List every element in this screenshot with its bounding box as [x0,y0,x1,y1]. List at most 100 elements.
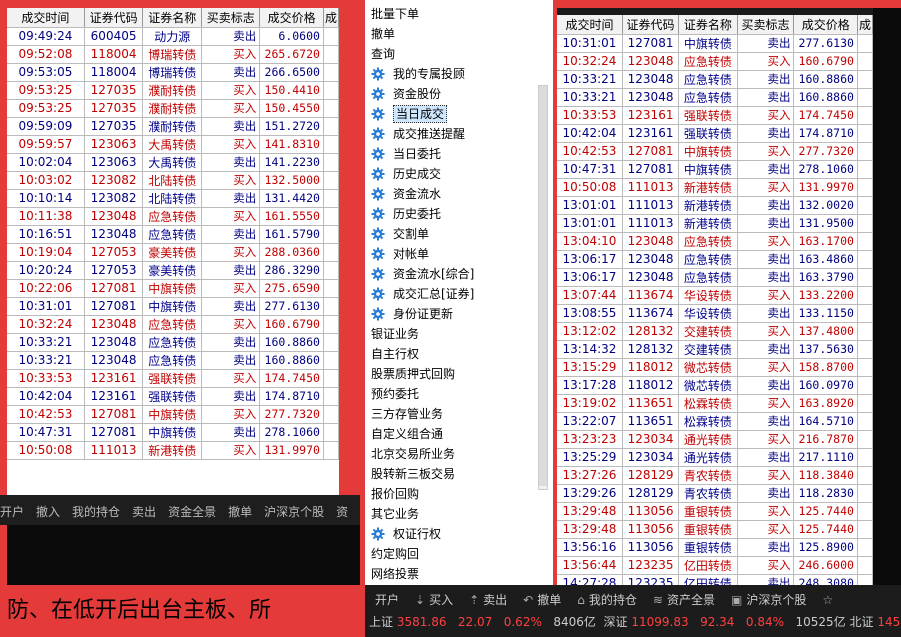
table-row[interactable]: 13:17:28 118012 微芯转债 卖出 160.0970 [557,376,873,395]
menu-item[interactable]: 历史委托 [365,204,553,224]
left-toolbar-item[interactable]: 我的持仓 [72,495,120,520]
table-row[interactable]: 13:29:26 128129 青农转债 卖出 118.2830 [557,484,873,503]
menu-item[interactable]: 当日委托 [365,144,553,164]
left-toolbar-item[interactable]: 卖出 [132,495,156,520]
table-row[interactable]: 10:19:04 127053 豪美转债 买入 288.0360 [7,243,339,262]
menu-item[interactable]: 报价回购 [365,484,553,504]
menu-item[interactable]: 北京交易所业务 [365,444,553,464]
left-toolbar-item[interactable]: 撤单 [228,495,252,520]
bottom-toolbar-button[interactable]: ⇡ 卖出 [469,591,507,608]
menu-item[interactable]: 我的专属投顾 [365,64,553,84]
table-row[interactable]: 10:42:04 123161 强联转债 卖出 174.8710 [557,124,873,143]
bottom-toolbar-button[interactable]: ⇣ 买入 [415,591,453,608]
menu-item[interactable]: 当日成交 [365,104,553,124]
column-header[interactable]: 成 [323,8,339,28]
menu-item[interactable]: 股票质押式回购 [365,364,553,384]
table-row[interactable]: 10:32:24 123048 应急转债 买入 160.6790 [557,52,873,71]
table-row[interactable]: 13:08:55 113674 华设转债 卖出 133.1150 [557,304,873,323]
table-row[interactable]: 09:59:57 123063 大禹转债 买入 141.8310 [7,135,339,154]
menu-item[interactable]: 三方存管业务 [365,404,553,424]
table-row[interactable]: 10:31:01 127081 中旗转债 卖出 277.6130 [557,34,873,53]
bottom-toolbar-button[interactable]: ⌂ 我的持仓 [577,591,637,608]
column-header[interactable]: 买卖标志 [737,15,795,35]
menu-item[interactable]: 对帐单 [365,244,553,264]
table-row[interactable]: 09:53:05 118004 博瑞转债 卖出 266.6500 [7,63,339,82]
table-row[interactable]: 13:04:10 123048 应急转债 买入 163.1700 [557,232,873,251]
table-row[interactable]: 10:33:53 123161 强联转债 买入 174.7450 [7,369,339,388]
table-row[interactable]: 13:23:23 123034 通光转债 买入 216.7870 [557,430,873,449]
table-row[interactable]: 13:06:17 123048 应急转债 卖出 163.3790 [557,268,873,287]
table-row[interactable]: 13:56:44 123235 亿田转债 买入 246.6000 [557,556,873,575]
table-row[interactable]: 13:14:32 128132 交建转债 卖出 137.5630 [557,340,873,359]
table-row[interactable]: 10:42:04 123161 强联转债 卖出 174.8710 [7,387,339,406]
table-row[interactable]: 10:50:08 111013 新港转债 买入 131.9970 [7,441,339,460]
menu-item[interactable]: 股转新三板交易 [365,464,553,484]
left-toolbar-item[interactable]: 资金全景 [168,495,216,520]
left-toolbar-item[interactable]: 资 [336,495,348,520]
table-row[interactable]: 10:22:06 127081 中旗转债 买入 275.6590 [7,279,339,298]
table-row[interactable]: 13:29:48 113056 重银转债 买入 125.7440 [557,520,873,539]
column-header[interactable]: 成交时间 [7,8,85,28]
table-row[interactable]: 13:19:02 113651 松霖转债 买入 163.8920 [557,394,873,413]
menu-item[interactable]: 其它业务 [365,504,553,524]
menu-item[interactable]: 交割单 [365,224,553,244]
menu-item[interactable]: 查询 [365,44,553,64]
menu-item[interactable]: 资金流水[综合] [365,264,553,284]
menu-item[interactable]: 银证业务 [365,324,553,344]
menu-item[interactable]: 权证行权 [365,524,553,544]
menu-item[interactable]: 成交汇总[证券] [365,284,553,304]
bottom-toolbar-button[interactable]: ▣ 沪深京个股 [731,591,806,608]
table-row[interactable]: 10:02:04 123063 大禹转债 卖出 141.2230 [7,153,339,172]
table-row[interactable]: 13:12:02 128132 交建转债 买入 137.4800 [557,322,873,341]
menu-scrollbar-thumb[interactable] [539,86,547,486]
column-header[interactable]: 证券名称 [678,15,738,35]
column-header[interactable]: 证券代码 [84,8,144,28]
table-row[interactable]: 10:33:21 123048 应急转债 卖出 160.8860 [7,351,339,370]
menu-item[interactable]: 自主行权 [365,344,553,364]
table-row[interactable]: 10:16:51 123048 应急转债 卖出 161.5790 [7,225,339,244]
bottom-toolbar-button[interactable]: ≋ 资产全景 [653,591,715,608]
table-row[interactable]: 13:56:16 113056 重银转债 卖出 125.8900 [557,538,873,557]
table-row[interactable]: 10:33:21 123048 应急转债 卖出 160.8860 [7,333,339,352]
table-row[interactable]: 10:31:01 127081 中旗转债 卖出 277.6130 [7,297,339,316]
table-row[interactable]: 10:03:02 123082 北陆转债 买入 132.5000 [7,171,339,190]
table-row[interactable]: 10:33:21 123048 应急转债 卖出 160.8860 [557,88,873,107]
table-row[interactable]: 10:10:14 123082 北陆转债 卖出 131.4420 [7,189,339,208]
bottom-toolbar-button[interactable]: 开户 [371,591,399,608]
menu-item[interactable]: 网络投票 [365,564,553,584]
table-row[interactable]: 13:27:26 128129 青农转债 买入 118.3840 [557,466,873,485]
menu-item[interactable]: 批量下单 [365,4,553,24]
menu-item[interactable]: 资金股份 [365,84,553,104]
column-header[interactable]: 成 [857,15,873,35]
table-row[interactable]: 13:01:01 111013 新港转债 卖出 132.0020 [557,196,873,215]
table-row[interactable]: 10:11:38 123048 应急转债 买入 161.5550 [7,207,339,226]
table-row[interactable]: 10:42:53 127081 中旗转债 买入 277.7320 [557,142,873,161]
menu-item[interactable]: 历史成交 [365,164,553,184]
left-toolbar-item[interactable]: 沪深京个股 [264,495,324,520]
menu-item[interactable]: 身份证更新 [365,304,553,324]
table-row[interactable]: 10:20:24 127053 豪美转债 卖出 286.3290 [7,261,339,280]
table-row[interactable]: 10:33:53 123161 强联转债 买入 174.7450 [557,106,873,125]
table-row[interactable]: 09:53:25 127035 濮耐转债 买入 150.4550 [7,99,339,118]
column-header[interactable]: 证券名称 [142,8,203,28]
menu-item[interactable]: 自定义组合通 [365,424,553,444]
menu-item[interactable]: 资金流水 [365,184,553,204]
table-row[interactable]: 13:29:48 113056 重银转债 买入 125.7440 [557,502,873,521]
table-row[interactable]: 10:47:31 127081 中旗转债 卖出 278.1060 [557,160,873,179]
menu-item[interactable]: 成交推送提醒 [365,124,553,144]
menu-item[interactable]: 撤单 [365,24,553,44]
table-row[interactable]: 10:50:08 111013 新港转债 买入 131.9970 [557,178,873,197]
column-header[interactable]: 成交价格 [793,15,858,35]
table-row[interactable]: 09:53:25 127035 濮耐转债 买入 150.4410 [7,81,339,100]
column-header[interactable]: 成交时间 [557,15,623,35]
table-row[interactable]: 10:42:53 127081 中旗转债 买入 277.7320 [7,405,339,424]
left-toolbar-item[interactable]: 开户 [0,495,24,520]
table-row[interactable]: 10:47:31 127081 中旗转债 卖出 278.1060 [7,423,339,442]
table-row[interactable]: 13:07:44 113674 华设转债 买入 133.2200 [557,286,873,305]
column-header[interactable]: 买卖标志 [201,8,261,28]
left-toolbar-item[interactable]: 撤入 [36,495,60,520]
bottom-toolbar-button[interactable]: ☆ [822,593,837,607]
table-row[interactable]: 13:22:07 113651 松霖转债 卖出 164.5710 [557,412,873,431]
column-header[interactable]: 证券代码 [622,15,680,35]
table-row[interactable]: 13:01:01 111013 新港转债 卖出 131.9500 [557,214,873,233]
